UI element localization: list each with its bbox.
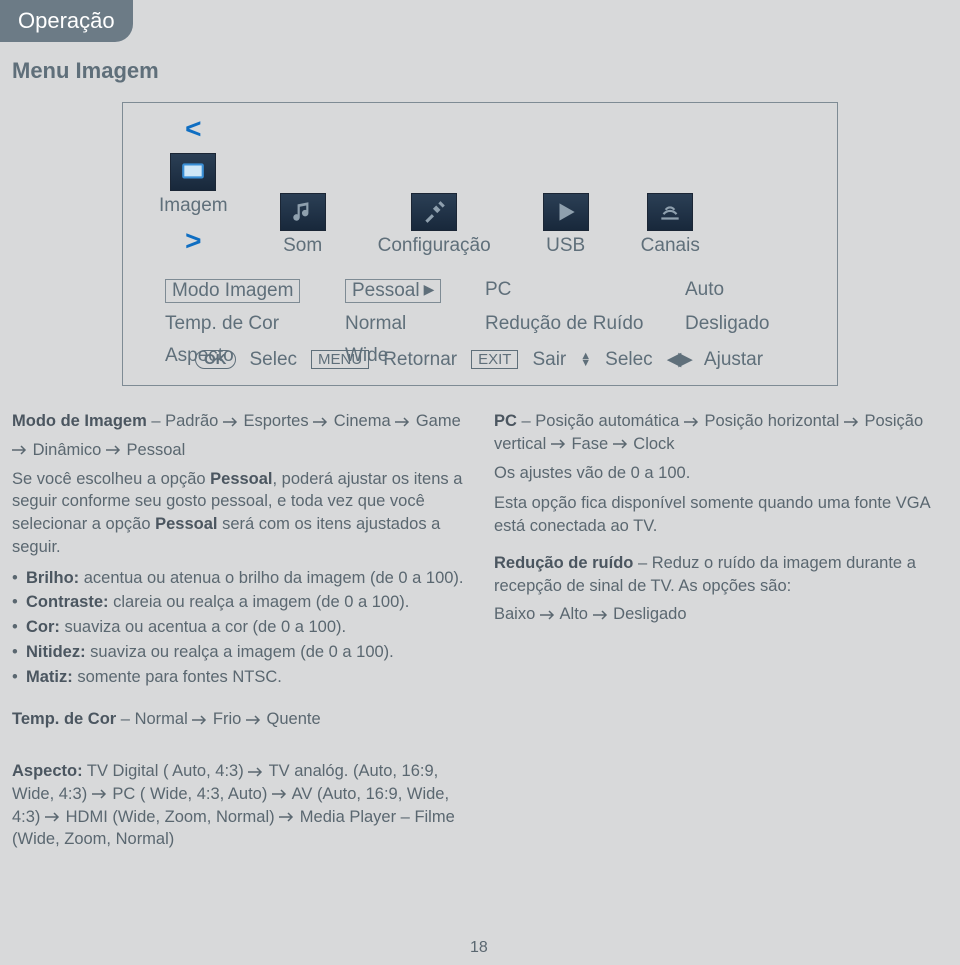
left-column: Modo de Imagem – Padrão Esportes Cinema … [12,410,466,690]
menu-nav: < Imagem > Som Configuração [123,103,837,257]
setting-value[interactable]: Pessoal▶ [345,279,485,303]
page-title: Menu Imagem [12,58,159,84]
page-number: 18 [470,939,488,957]
nav-label: USB [546,235,585,257]
setting-label: Temp. de Cor [165,313,345,335]
footer-label: Selec [250,349,298,371]
exit-key-icon: EXIT [471,350,518,369]
menu-key-icon: MENU [311,350,369,369]
nav-usb[interactable]: USB [543,193,589,257]
nav-label: Imagem [159,195,228,217]
footer-label: Ajustar [704,349,763,371]
temp-cor-row: Temp. de Cor – Normal Frio Quente [12,710,321,729]
setting-label: PC [485,279,685,303]
setting-label: Modo Imagem [165,279,345,303]
menu-footer: OK Selec MENU Retornar EXIT Sair ▲▼ Sele… [195,348,763,371]
nav-label: Canais [641,235,700,257]
setting-value[interactable]: Auto [685,279,825,303]
image-icon [170,153,216,191]
nav-config[interactable]: Configuração [378,193,491,257]
footer-label: Selec [605,349,653,371]
footer-label: Sair [532,349,566,371]
nav-imagem[interactable]: < Imagem > [159,113,228,257]
chevron-right-icon: > [185,225,201,257]
bullet-list: Brilho: acentua ou atenua o brilho da im… [12,567,466,689]
nav-label: Configuração [378,235,491,257]
nav-label: Som [283,235,322,257]
nav-som[interactable]: Som [280,193,326,257]
updown-icon: ▲▼ [580,353,591,367]
tools-icon [411,193,457,231]
right-column: PC – Posição automática Posição horizont… [494,410,948,690]
leftright-icon: ◀▶ [667,348,690,371]
content-columns: Modo de Imagem – Padrão Esportes Cinema … [12,410,948,690]
arrow-right-icon [223,412,239,430]
section-tab: Operação [0,0,133,42]
setting-value[interactable]: Desligado [685,313,825,335]
menu-panel: < Imagem > Som Configuração [122,102,838,386]
footer-label: Retornar [383,349,457,371]
chevron-left-icon: < [185,113,201,145]
ok-key-icon: OK [195,350,236,369]
setting-label: Redução de Ruído [485,313,685,335]
nav-canais[interactable]: Canais [641,193,700,257]
play-icon [543,193,589,231]
music-icon [280,193,326,231]
aspecto-block: Aspecto: TV Digital ( Auto, 4:3) TV anal… [12,760,462,851]
antenna-icon [647,193,693,231]
setting-value[interactable]: Normal [345,313,485,335]
